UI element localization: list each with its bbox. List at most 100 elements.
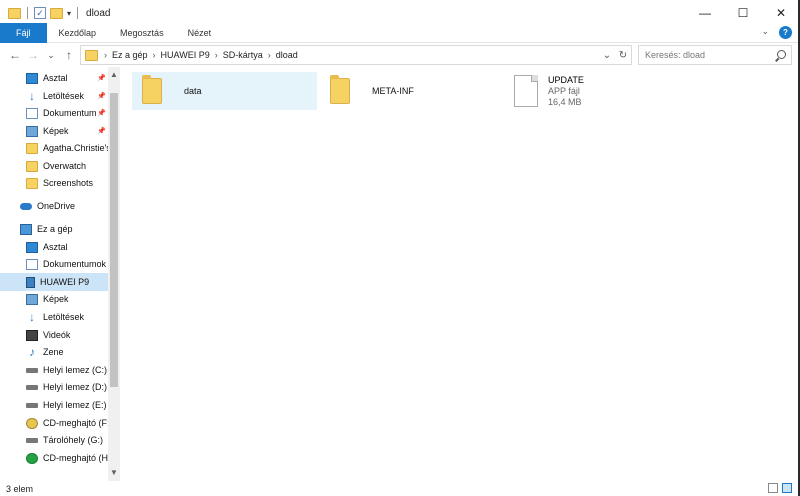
- sidebar-item-this-pc[interactable]: Ez a gép: [0, 220, 108, 238]
- ribbon-right: ⌄ ?: [761, 26, 792, 39]
- sidebar-item-kepek[interactable]: Képek: [0, 290, 108, 308]
- separator: [77, 7, 79, 19]
- quick-access-toolbar: ✓ ▾: [8, 7, 80, 19]
- pictures-icon: [26, 293, 38, 305]
- download-icon: ↓: [29, 88, 35, 103]
- navigation-bar: ← → ⌄ ↑ › Ez a gép › HUAWEI P9 › SD-kárt…: [0, 43, 800, 67]
- customize-toolbar-icon[interactable]: ▾: [67, 9, 71, 18]
- drive-icon: [26, 402, 38, 408]
- up-button[interactable]: ↑: [60, 48, 78, 62]
- search-placeholder: Keresés: dload: [645, 50, 706, 60]
- sidebar-item-asztal-pinned[interactable]: Asztal 📌: [0, 69, 108, 87]
- tiles-view-icon[interactable]: [782, 483, 792, 493]
- music-icon: ♪: [29, 344, 35, 359]
- drive-icon: [26, 367, 38, 373]
- cloud-icon: [20, 202, 32, 210]
- separator: [27, 7, 28, 19]
- file-item-meta-inf[interactable]: META-INF: [320, 72, 505, 110]
- refresh-icon[interactable]: ↻: [615, 50, 631, 61]
- download-icon: ↓: [29, 309, 35, 324]
- breadcrumb-separator[interactable]: ›: [153, 50, 156, 60]
- ribbon-tabs: Fájl Kezdőlap Megosztás Nézet ⌄ ?: [0, 22, 800, 43]
- details-view-icon[interactable]: [768, 483, 778, 493]
- desktop-icon: [26, 241, 38, 253]
- view-buttons: [768, 483, 792, 493]
- file-details: UPDATE APP fájl 16,4 MB: [548, 74, 584, 107]
- tab-home[interactable]: Kezdőlap: [47, 23, 109, 43]
- breadcrumb-this-pc[interactable]: Ez a gép: [112, 50, 148, 60]
- search-icon[interactable]: [777, 50, 786, 59]
- sidebar-item-cd-f[interactable]: CD-meghajtó (F:: [0, 414, 108, 432]
- breadcrumb-separator[interactable]: ›: [215, 50, 218, 60]
- cd-icon: [26, 417, 38, 429]
- folder-icon: [26, 160, 38, 172]
- video-icon: [26, 329, 38, 341]
- breadcrumb-dload[interactable]: dload: [276, 50, 298, 60]
- tab-file[interactable]: Fájl: [0, 22, 47, 43]
- properties-icon[interactable]: ✓: [34, 7, 46, 19]
- forward-button[interactable]: →: [24, 48, 42, 62]
- folder-icon: [8, 7, 21, 19]
- item-count: 3 elem: [6, 483, 34, 494]
- expand-ribbon-icon[interactable]: ⌄: [761, 26, 769, 39]
- sidebar-item-drive-g[interactable]: Tárolóhely (G:): [0, 431, 108, 449]
- sidebar-item-drive-d[interactable]: Helyi lemez (D:): [0, 378, 108, 396]
- sidebar-item-zene[interactable]: ♪ Zene: [0, 343, 108, 361]
- drive-icon: [26, 437, 38, 443]
- search-input[interactable]: Keresés: dload: [638, 45, 792, 65]
- file-list: data META-INF UPDATE APP fájl 16,4 MB: [124, 67, 800, 481]
- address-actions: ⌄ ↻: [599, 46, 631, 64]
- scroll-up-icon[interactable]: ▲: [108, 69, 120, 81]
- sidebar-item-huawei-p9[interactable]: HUAWEI P9: [0, 273, 108, 291]
- navigation-pane: Asztal 📌 ↓ Letöltések 📌 Dokumentum 📌 Képek 📌 …: [0, 67, 120, 481]
- breadcrumb-separator[interactable]: ›: [104, 50, 107, 60]
- pin-icon: 📌: [97, 93, 106, 100]
- scroll-down-icon[interactable]: ▼: [108, 467, 120, 479]
- pin-icon: 📌: [97, 75, 106, 82]
- tab-share[interactable]: Megosztás: [108, 23, 176, 43]
- document-icon: [26, 258, 38, 270]
- address-dropdown-icon[interactable]: ⌄: [599, 50, 615, 61]
- sidebar-scrollbar-thumb[interactable]: [110, 93, 118, 387]
- back-button[interactable]: ←: [6, 48, 24, 62]
- folder-icon: [85, 49, 98, 61]
- sidebar-item-letoltesek[interactable]: ↓ Letöltések: [0, 308, 108, 326]
- sidebar-item-asztal[interactable]: Asztal: [0, 238, 108, 256]
- sidebar-item-videok[interactable]: Videók: [0, 326, 108, 344]
- sidebar-item-kepek-pinned[interactable]: Képek 📌: [0, 122, 108, 140]
- status-bar: 3 elem: [0, 481, 800, 496]
- sidebar-item-onedrive[interactable]: OneDrive: [0, 197, 108, 215]
- sidebar-item-screenshots[interactable]: Screenshots: [0, 174, 108, 192]
- folder-icon: [142, 75, 162, 104]
- breadcrumb-separator[interactable]: ›: [268, 50, 271, 60]
- computer-icon: [20, 223, 32, 235]
- sidebar-item-drive-e[interactable]: Helyi lemez (E:): [0, 396, 108, 414]
- document-icon: [26, 107, 38, 119]
- file-item-data[interactable]: data: [132, 72, 317, 110]
- sidebar-item-dokumentum-pinned[interactable]: Dokumentum 📌: [0, 104, 108, 122]
- sidebar-item-cd-h[interactable]: CD-meghajtó (H: [0, 449, 108, 467]
- folder-icon: [330, 75, 350, 104]
- address-bar[interactable]: › Ez a gép › HUAWEI P9 › SD-kártya › dlo…: [80, 45, 632, 65]
- file-item-update[interactable]: UPDATE APP fájl 16,4 MB: [508, 72, 693, 110]
- drive-icon: [26, 384, 38, 390]
- sidebar-item-drive-c[interactable]: Helyi lemez (C:): [0, 361, 108, 379]
- folder-icon: [26, 142, 38, 154]
- pictures-icon: [26, 125, 38, 137]
- sidebar-item-overwatch[interactable]: Overwatch: [0, 157, 108, 175]
- breadcrumb-sd-card[interactable]: SD-kártya: [223, 50, 263, 60]
- window-title: dload: [86, 7, 111, 19]
- pin-icon: 📌: [97, 110, 106, 117]
- sidebar-item-letoltesek-pinned[interactable]: ↓ Letöltések 📌: [0, 87, 108, 105]
- phone-icon: [26, 276, 35, 288]
- recent-locations-button[interactable]: ⌄: [42, 50, 60, 61]
- desktop-icon: [26, 72, 38, 84]
- help-icon[interactable]: ?: [779, 26, 792, 39]
- cd-green-icon: [26, 452, 38, 464]
- breadcrumb-huawei[interactable]: HUAWEI P9: [161, 50, 210, 60]
- sidebar-item-agatha[interactable]: Agatha.Christie's: [0, 139, 108, 157]
- new-folder-icon[interactable]: [50, 7, 63, 19]
- tab-view[interactable]: Nézet: [176, 23, 224, 43]
- pin-icon: 📌: [97, 128, 106, 135]
- sidebar-item-dokumentumok[interactable]: Dokumentumok: [0, 255, 108, 273]
